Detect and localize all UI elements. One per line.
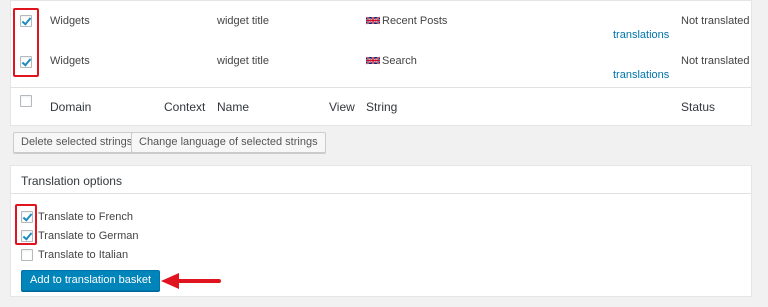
select-all-checkbox[interactable] — [20, 95, 32, 107]
string-text: Recent Posts — [382, 15, 448, 27]
strings-table: Widgets widget title Recent Posts transl… — [10, 0, 752, 126]
string-cell: Recent Posts — [366, 15, 447, 27]
checkbox-highlight — [13, 8, 39, 77]
domain-header[interactable]: Domain — [50, 100, 91, 114]
status-cell: Not translated — [681, 15, 750, 27]
french-label: Translate to French — [38, 211, 133, 223]
delete-selected-button[interactable]: Delete selected strings — [13, 132, 141, 153]
string-cell: Search — [366, 55, 417, 67]
status-cell: Not translated — [681, 55, 750, 67]
name-cell: widget title — [217, 55, 269, 67]
pointer-arrow-icon — [161, 273, 221, 289]
change-language-button[interactable]: Change language of selected strings — [131, 132, 326, 153]
language-checkbox-highlight — [15, 204, 37, 245]
view-header[interactable]: View — [329, 100, 355, 114]
translation-options-panel: Translation options Translate to French … — [10, 165, 752, 297]
add-to-translation-basket-button[interactable]: Add to translation basket — [21, 270, 161, 291]
italian-checkbox[interactable] — [21, 249, 33, 261]
status-header[interactable]: Status — [681, 100, 715, 114]
context-header[interactable]: Context — [164, 100, 205, 114]
divider — [11, 193, 751, 194]
domain-cell: Widgets — [50, 15, 90, 27]
translations-link[interactable]: translations — [613, 29, 669, 41]
translation-options-title: Translation options — [21, 174, 122, 188]
name-header[interactable]: Name — [217, 100, 249, 114]
string-text: Search — [382, 55, 417, 67]
translations-link[interactable]: translations — [613, 69, 669, 81]
name-cell: widget title — [217, 15, 269, 27]
domain-cell: Widgets — [50, 55, 90, 67]
german-label: Translate to German — [38, 230, 139, 242]
uk-flag-icon — [366, 56, 380, 65]
italian-label: Translate to Italian — [38, 249, 129, 261]
divider — [11, 87, 751, 88]
uk-flag-icon — [366, 16, 380, 25]
string-header[interactable]: String — [366, 100, 397, 114]
